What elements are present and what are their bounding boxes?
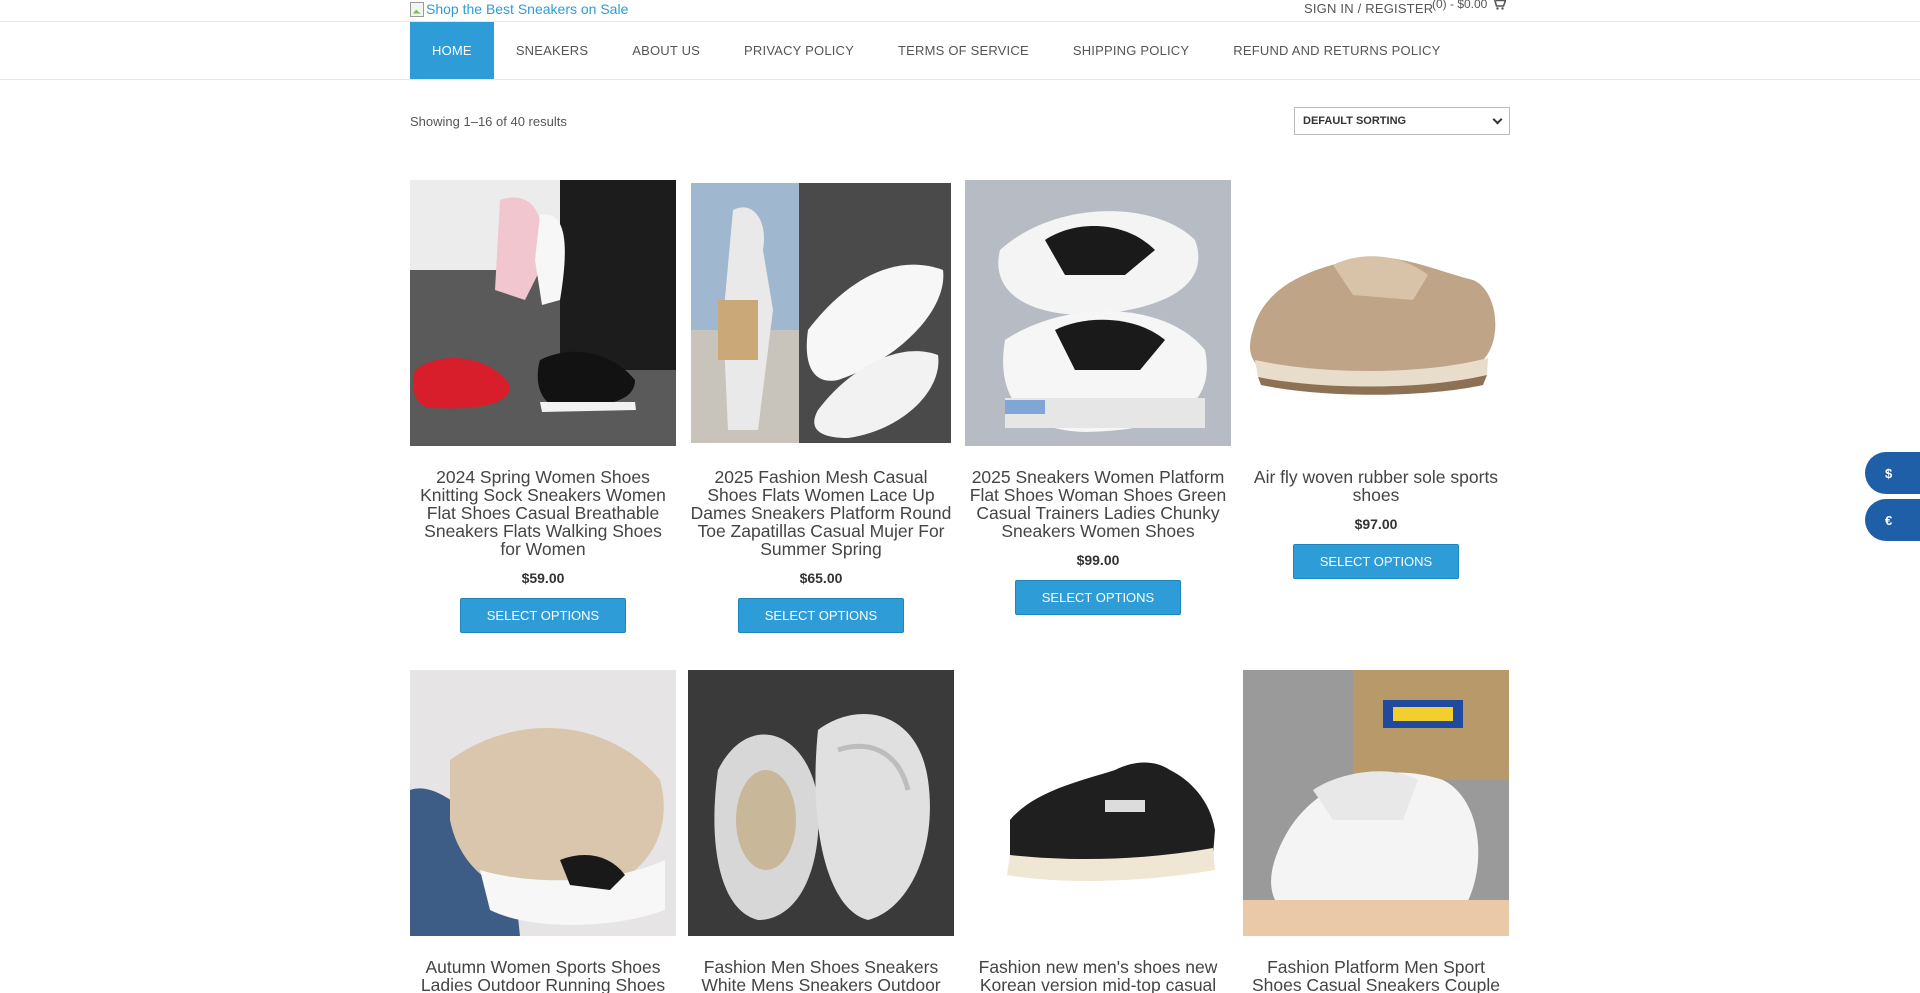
sort-select[interactable]: DEFAULT SORTING — [1294, 107, 1510, 135]
product-price: $97.00 — [1354, 516, 1398, 532]
product-image[interactable] — [965, 180, 1231, 446]
currency-usd-label: $ — [1885, 465, 1893, 481]
product-price: $65.00 — [799, 570, 843, 586]
product-title[interactable]: Fashion new men's shoes new Korean versi… — [965, 958, 1231, 993]
product-image[interactable] — [410, 180, 676, 446]
top-bar: Shop the Best Sneakers on Sale SIGN IN /… — [0, 0, 1920, 22]
product-card: 2025 Fashion Mesh Casual Shoes Flats Wom… — [688, 180, 954, 633]
select-options-button[interactable]: SELECT OPTIONS — [1293, 544, 1459, 579]
product-title[interactable]: 2025 Fashion Mesh Casual Shoes Flats Wom… — [688, 468, 954, 558]
product-card: Fashion Men Shoes Sneakers White Mens Sn… — [688, 670, 954, 993]
site-logo-alt-text: Shop the Best Sneakers on Sale — [426, 1, 629, 17]
product-title[interactable]: Fashion Platform Men Sport Shoes Casual … — [1243, 958, 1509, 993]
nav-sneakers[interactable]: SNEAKERS — [494, 22, 610, 79]
result-count: Showing 1–16 of 40 results — [410, 114, 567, 129]
nav-about-us[interactable]: ABOUT US — [610, 22, 722, 79]
product-card: Air fly woven rubber sole sports shoes $… — [1243, 180, 1509, 579]
product-card: Autumn Women Sports Shoes Ladies Outdoor… — [410, 670, 676, 993]
product-image[interactable] — [688, 180, 954, 446]
product-title[interactable]: 2024 Spring Women Shoes Knitting Sock Sn… — [410, 468, 676, 558]
nav-shipping-policy[interactable]: SHIPPING POLICY — [1051, 22, 1211, 79]
currency-eur-label: € — [1885, 512, 1893, 528]
cart-link[interactable]: (0) - $0.00 — [1432, 0, 1507, 11]
product-price: $99.00 — [1076, 552, 1120, 568]
product-image[interactable] — [688, 670, 954, 936]
product-image[interactable] — [1243, 670, 1509, 936]
product-title[interactable]: 2025 Sneakers Women Platform Flat Shoes … — [965, 468, 1231, 540]
sign-in-register-link[interactable]: SIGN IN / REGISTER — [1304, 1, 1433, 16]
product-card: Fashion Platform Men Sport Shoes Casual … — [1243, 670, 1509, 993]
nav-home[interactable]: HOME — [410, 22, 494, 79]
product-title[interactable]: Fashion Men Shoes Sneakers White Mens Sn… — [688, 958, 954, 993]
select-options-button[interactable]: SELECT OPTIONS — [460, 598, 626, 633]
broken-image-icon — [410, 1, 424, 17]
product-image[interactable] — [1243, 180, 1509, 446]
sort-selected-value: DEFAULT SORTING — [1303, 115, 1407, 127]
chevron-down-icon — [1492, 114, 1503, 124]
product-title[interactable]: Air fly woven rubber sole sports shoes — [1243, 468, 1509, 504]
product-title[interactable]: Autumn Women Sports Shoes Ladies Outdoor… — [410, 958, 676, 993]
product-price: $59.00 — [521, 570, 565, 586]
currency-usd-button[interactable]: $ — [1865, 452, 1920, 494]
nav-privacy-policy[interactable]: PRIVACY POLICY — [722, 22, 876, 79]
product-card: 2025 Sneakers Women Platform Flat Shoes … — [965, 180, 1231, 615]
product-image[interactable] — [410, 670, 676, 936]
nav-refund-returns-policy[interactable]: REFUND AND RETURNS POLICY — [1211, 22, 1462, 79]
currency-eur-button[interactable]: € — [1865, 499, 1920, 541]
product-card: 2024 Spring Women Shoes Knitting Sock Sn… — [410, 180, 676, 633]
cart-icon — [1492, 0, 1507, 10]
product-image[interactable] — [965, 670, 1231, 936]
main-navigation: HOME SNEAKERS ABOUT US PRIVACY POLICY TE… — [0, 22, 1920, 80]
select-options-button[interactable]: SELECT OPTIONS — [738, 598, 904, 633]
nav-terms-of-service[interactable]: TERMS OF SERVICE — [876, 22, 1051, 79]
cart-summary: (0) - $0.00 — [1432, 0, 1488, 11]
site-logo[interactable]: Shop the Best Sneakers on Sale — [410, 1, 628, 17]
product-card: Fashion new men's shoes new Korean versi… — [965, 670, 1231, 993]
select-options-button[interactable]: SELECT OPTIONS — [1015, 580, 1181, 615]
